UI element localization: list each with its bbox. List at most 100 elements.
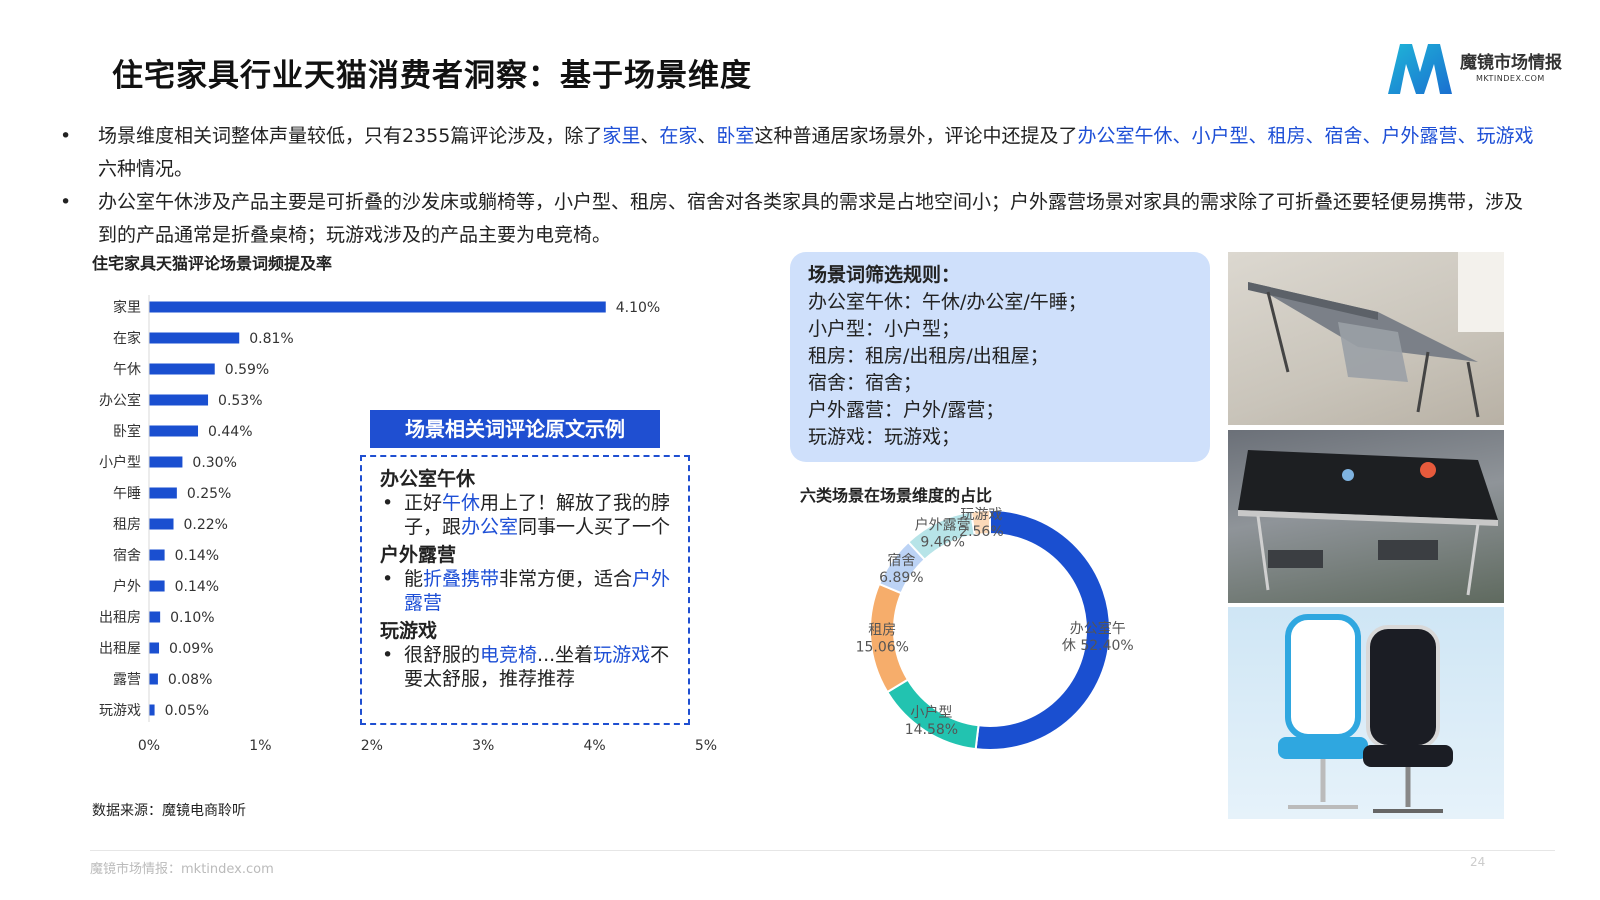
bar (149, 704, 155, 716)
rule-line: 小户型：小户型； (808, 318, 961, 340)
x-tick-label: 4% (583, 738, 605, 754)
example-heading: 户外露营 (380, 544, 457, 566)
bar (149, 518, 174, 530)
slice-label: 办公室午 (1070, 620, 1126, 637)
footer-text: 魔镜市场情报：mktindex.com (90, 862, 274, 877)
bar-value-label: 0.30% (192, 455, 236, 471)
bar (149, 363, 215, 375)
x-tick-label: 2% (361, 738, 383, 754)
bar-value-label: 0.59% (225, 362, 269, 378)
rules-title: 场景词筛选规则： (808, 264, 961, 286)
highlight-text: 折叠携带 (423, 568, 500, 590)
bar-value-label: 0.05% (165, 703, 209, 719)
footer-divider (90, 850, 1555, 851)
category-label: 卧室 (113, 423, 141, 440)
bar-value-label: 0.22% (184, 517, 228, 533)
donut-chart: 办公室午休 52.40%小户型14.58%租房15.06%宿舍6.89%户外露营… (856, 507, 1134, 751)
quote-text: ...坐着 (537, 644, 594, 666)
bar (149, 456, 183, 468)
examples-box: 办公室午休 • 正好午休用上了！解放了我的脖子，跟办公室同事一人买了一个 户外露营 • 能… (360, 455, 690, 725)
category-label: 露营 (113, 672, 141, 688)
quote-text: 能 (404, 568, 424, 590)
bullet-dot: • (382, 644, 394, 666)
slice-label: 小户型 (910, 704, 952, 721)
bar-value-label: 0.81% (249, 331, 293, 347)
bar (149, 642, 160, 654)
bullet-point-1: • 场景维度相关词整体声量较低，只有2355篇评论涉及，除了家里、在家、卧室这种… (60, 120, 1540, 186)
slice-label: 宿舍 (887, 552, 915, 569)
bullet-text: 办公室午休涉及产品主要是可折叠的沙发床或躺椅等，小户型、租房、宿舍对各类家具的需… (98, 191, 1524, 246)
bar-value-label: 0.14% (175, 548, 219, 564)
category-label: 办公室 (99, 392, 141, 409)
bullet-dot: • (60, 191, 72, 213)
data-source: 数据来源：魔镜电商聆听 (92, 803, 246, 819)
slice-label: 玩游戏 (960, 507, 1002, 523)
bullet-dot: • (60, 125, 72, 147)
example-heading: 玩游戏 (380, 620, 438, 642)
bar (149, 332, 240, 344)
logo-subtext: MKTINDEX.COM (1476, 74, 1545, 83)
bullet-dot: • (382, 568, 394, 590)
category-label: 家里 (113, 299, 141, 316)
quote-text: 非常方便，适合 (499, 568, 633, 590)
x-tick-label: 1% (249, 738, 271, 754)
example-heading: 办公室午休 (380, 468, 476, 490)
category-label: 租房 (113, 517, 141, 533)
rule-line: 办公室午休：午休/办公室/午睡； (808, 291, 1087, 313)
rule-line: 户外露营：户外/露营； (808, 399, 1005, 421)
bar (149, 673, 158, 685)
category-label: 在家 (113, 330, 141, 347)
page-number: 24 (1470, 855, 1486, 869)
bar (149, 301, 606, 313)
folding-bed-photo (1228, 252, 1504, 425)
bar-value-label: 0.53% (218, 393, 262, 409)
example-quote: • 很舒服的电竞椅...坐着玩游戏不要太舒服，推荐推荐 (380, 643, 678, 691)
slice-label: 15.06% (856, 640, 909, 656)
quote-text: 正好 (404, 492, 443, 514)
rule-line: 玩游戏：玩游戏； (808, 426, 961, 448)
gaming-chair-photo (1228, 607, 1504, 819)
category-label: 午休 (113, 362, 141, 378)
x-tick-label: 3% (472, 738, 494, 754)
bar-value-label: 0.09% (169, 641, 213, 657)
example-quote: • 正好午休用上了！解放了我的脖子，跟办公室同事一人买了一个 (380, 491, 678, 539)
bullet-text: 六种情况。 (98, 158, 194, 180)
separator: 、 (697, 125, 717, 147)
bar-value-label: 0.14% (175, 579, 219, 595)
slice-label: 6.89% (879, 570, 923, 586)
bar-value-label: 4.10% (616, 300, 660, 316)
bar (149, 611, 161, 623)
logo-text: 魔镜市场情报 (1460, 53, 1562, 73)
x-tick-label: 5% (695, 738, 717, 754)
highlight-text: 在家 (659, 125, 698, 147)
examples-header: 场景相关词评论原文示例 (370, 410, 660, 448)
bar-value-label: 0.44% (208, 424, 252, 440)
highlight-text: 卧室 (716, 125, 755, 147)
bar (149, 425, 199, 437)
folding-table-photo (1228, 430, 1504, 603)
bar-value-label: 0.08% (168, 672, 212, 688)
category-label: 户外 (113, 578, 141, 595)
x-tick-label: 0% (138, 738, 160, 754)
highlight-text: 办公室午休、小户型、租房、宿舍、户外露营、玩游戏 (1077, 125, 1534, 147)
quote-text: 同事一人买了一个 (518, 516, 671, 538)
category-label: 玩游戏 (99, 703, 141, 719)
rule-line: 宿舍：宿舍； (808, 372, 923, 394)
bullet-text: 这种普通居家场景外，评论中还提及了 (754, 125, 1078, 147)
category-label: 出租房 (99, 610, 141, 626)
category-label: 出租屋 (99, 641, 141, 657)
category-label: 小户型 (99, 454, 141, 471)
highlight-text: 家里 (602, 125, 641, 147)
bullet-text: 场景维度相关词整体声量较低，只有2355篇评论涉及，除了 (98, 125, 603, 147)
highlight-text: 电竞椅 (480, 644, 538, 666)
highlight-text: 午休 (442, 492, 481, 514)
bar (149, 549, 165, 561)
bar-chart-title: 住宅家具天猫评论场景词频提及率 (92, 254, 333, 273)
example-quote: • 能折叠携带非常方便，适合户外露营 (380, 567, 678, 615)
bar (149, 394, 209, 406)
slice-label: 14.58% (905, 722, 958, 738)
quote-text: 很舒服的 (404, 644, 481, 666)
separator: 、 (640, 125, 660, 147)
slice-label: 2.56% (959, 524, 1003, 540)
slice-label: 休 52.40% (1062, 638, 1134, 654)
